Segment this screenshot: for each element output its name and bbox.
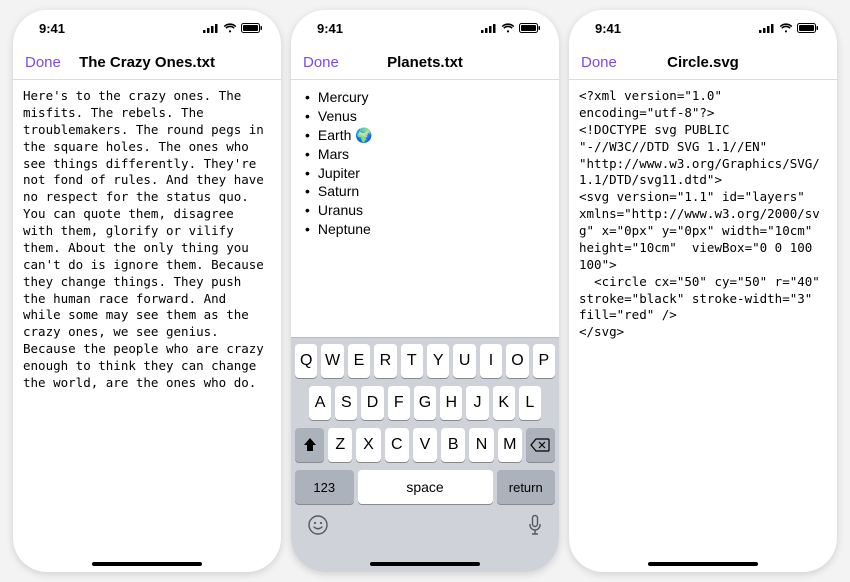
list-item: Jupiter <box>305 164 545 183</box>
wifi-icon <box>779 23 793 33</box>
letter-key-i[interactable]: I <box>480 344 502 378</box>
delete-key[interactable] <box>526 428 555 462</box>
list-item: Saturn <box>305 182 545 201</box>
nav-bar: Done The Crazy Ones.txt <box>13 46 281 80</box>
cellular-icon <box>481 23 497 33</box>
phone-screen-2: 9:41 Done Planets.txt MercuryVenusEarth … <box>291 10 559 572</box>
list-item: Mars <box>305 145 545 164</box>
shift-key[interactable] <box>295 428 324 462</box>
nav-bar: Done Circle.svg <box>569 46 837 80</box>
document-title: Circle.svg <box>667 54 739 71</box>
onscreen-keyboard: QWERTYUIOP ASDFGHJKL ZXCVBNM 123 space r… <box>291 337 559 572</box>
status-time: 9:41 <box>595 21 621 36</box>
status-indicators <box>759 23 819 33</box>
battery-icon <box>241 23 263 33</box>
letter-key-e[interactable]: E <box>348 344 370 378</box>
letter-key-w[interactable]: W <box>321 344 343 378</box>
letter-key-n[interactable]: N <box>469 428 493 462</box>
letter-key-m[interactable]: M <box>498 428 522 462</box>
list-item: Earth 🌍 <box>305 126 545 145</box>
home-indicator[interactable] <box>92 562 202 566</box>
list-item: Mercury <box>305 88 545 107</box>
return-key[interactable]: return <box>497 470 556 504</box>
dictation-key[interactable] <box>527 514 543 536</box>
space-key[interactable]: space <box>358 470 493 504</box>
status-time: 9:41 <box>39 21 65 36</box>
done-button[interactable]: Done <box>25 54 61 71</box>
letter-key-a[interactable]: A <box>309 386 331 420</box>
wifi-icon <box>501 23 515 33</box>
letter-key-l[interactable]: L <box>519 386 541 420</box>
letter-key-c[interactable]: C <box>385 428 409 462</box>
letter-key-x[interactable]: X <box>356 428 380 462</box>
numbers-key[interactable]: 123 <box>295 470 354 504</box>
document-title: The Crazy Ones.txt <box>79 54 215 71</box>
letter-key-j[interactable]: J <box>466 386 488 420</box>
letter-key-d[interactable]: D <box>361 386 383 420</box>
cellular-icon <box>203 23 219 33</box>
letter-key-q[interactable]: Q <box>295 344 317 378</box>
letter-key-g[interactable]: G <box>414 386 436 420</box>
nav-bar: Done Planets.txt <box>291 46 559 80</box>
phone-screen-3: 9:41 Done Circle.svg <?xml version="1.0"… <box>569 10 837 572</box>
letter-key-o[interactable]: O <box>506 344 528 378</box>
letter-key-u[interactable]: U <box>453 344 475 378</box>
done-button[interactable]: Done <box>581 54 617 71</box>
battery-icon <box>797 23 819 33</box>
cellular-icon <box>759 23 775 33</box>
letter-key-b[interactable]: B <box>441 428 465 462</box>
status-indicators <box>203 23 263 33</box>
status-indicators <box>481 23 541 33</box>
letter-key-r[interactable]: R <box>374 344 396 378</box>
status-bar: 9:41 <box>569 10 837 46</box>
wifi-icon <box>223 23 237 33</box>
list-item: Uranus <box>305 201 545 220</box>
text-editor-area[interactable]: <?xml version="1.0" encoding="utf-8"?> <… <box>569 80 837 572</box>
letter-key-v[interactable]: V <box>413 428 437 462</box>
status-bar: 9:41 <box>291 10 559 46</box>
home-indicator[interactable] <box>370 562 480 566</box>
status-time: 9:41 <box>317 21 343 36</box>
document-title: Planets.txt <box>387 54 463 71</box>
emoji-key[interactable] <box>307 514 329 536</box>
list-item: Neptune <box>305 220 545 239</box>
letter-key-f[interactable]: F <box>388 386 410 420</box>
battery-icon <box>519 23 541 33</box>
letter-key-t[interactable]: T <box>401 344 423 378</box>
letter-key-y[interactable]: Y <box>427 344 449 378</box>
status-bar: 9:41 <box>13 10 281 46</box>
letter-key-z[interactable]: Z <box>328 428 352 462</box>
letter-key-k[interactable]: K <box>493 386 515 420</box>
letter-key-h[interactable]: H <box>440 386 462 420</box>
letter-key-p[interactable]: P <box>533 344 555 378</box>
phone-screen-1: 9:41 Done The Crazy Ones.txt Here's to t… <box>13 10 281 572</box>
home-indicator[interactable] <box>648 562 758 566</box>
text-editor-area[interactable]: Here's to the crazy ones. The misfits. T… <box>13 80 281 572</box>
done-button[interactable]: Done <box>303 54 339 71</box>
list-item: Venus <box>305 107 545 126</box>
letter-key-s[interactable]: S <box>335 386 357 420</box>
